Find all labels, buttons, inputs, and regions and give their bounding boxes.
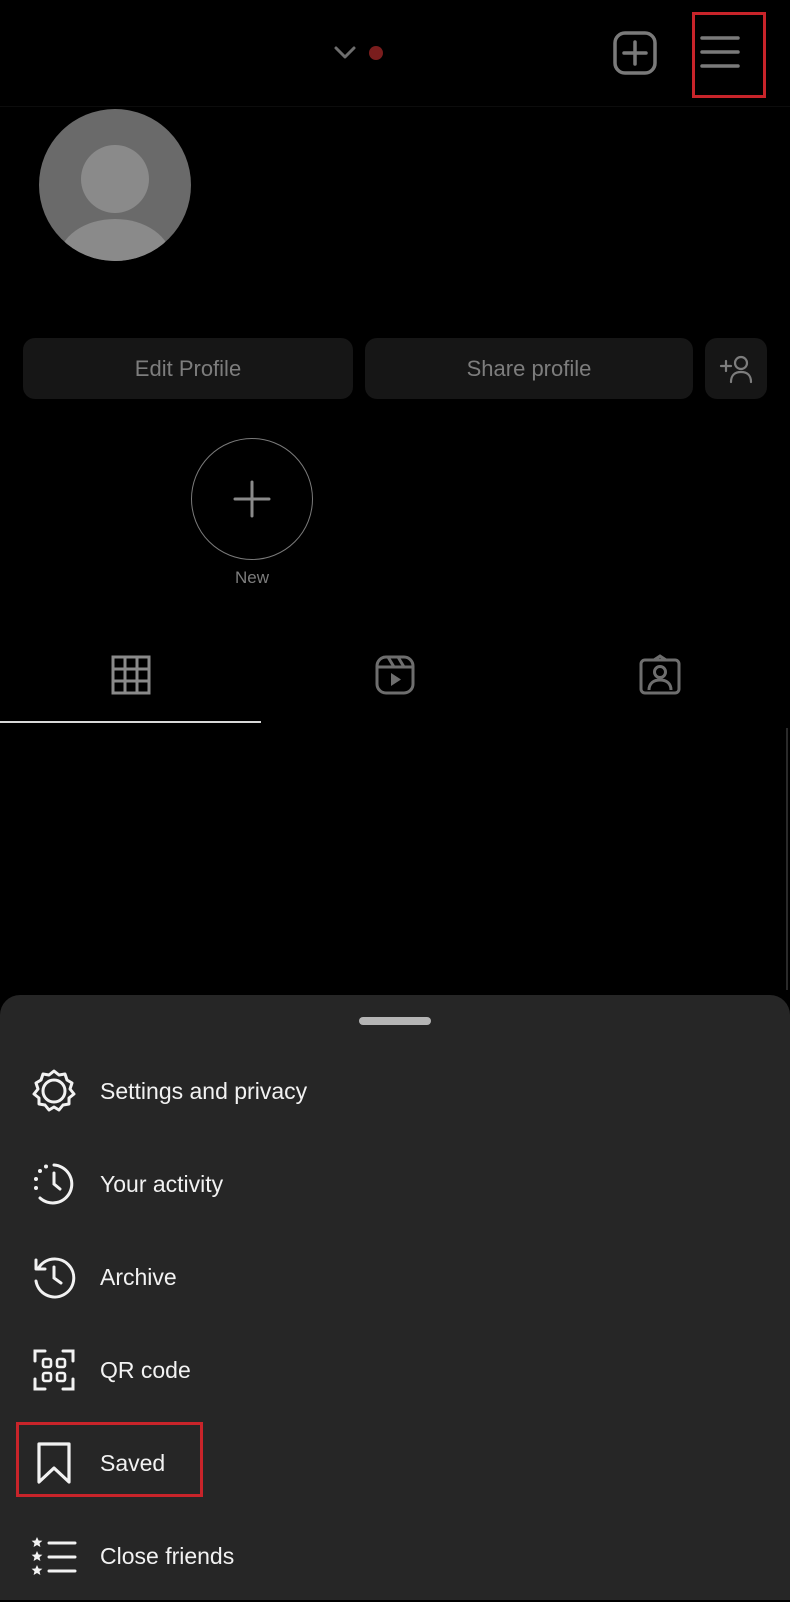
edit-profile-label: Edit Profile: [134, 355, 242, 381]
edit-profile-button[interactable]: Edit Profile: [23, 338, 353, 399]
plus-icon: [233, 480, 271, 518]
top-bar: [0, 0, 790, 107]
highlight-box-saved: [16, 1422, 203, 1497]
menu-item-your-activity[interactable]: Your activity: [0, 1138, 790, 1230]
reels-icon: [375, 655, 415, 695]
activity-clock-icon: [30, 1160, 78, 1208]
menu-item-archive[interactable]: Archive: [0, 1231, 790, 1323]
avatar[interactable]: [39, 109, 191, 261]
tab-selected-indicator: [0, 721, 261, 723]
tagged-person-icon: [639, 654, 681, 695]
new-highlight-button[interactable]: [191, 438, 313, 560]
share-profile-button[interactable]: Share profile: [365, 338, 693, 399]
gear-icon: [30, 1067, 78, 1115]
menu-item-close-friends[interactable]: Close friends: [0, 1510, 790, 1602]
tab-reels[interactable]: [374, 654, 416, 696]
menu-item-settings-and-privacy[interactable]: Settings and privacy: [0, 1045, 790, 1137]
share-profile-label: Share profile: [466, 355, 592, 381]
menu-item-label: Your activity: [100, 1170, 224, 1197]
notification-dot: [369, 46, 383, 60]
menu-item-label: QR code: [100, 1356, 191, 1383]
discover-people-button[interactable]: [705, 338, 767, 399]
menu-item-label: Archive: [100, 1263, 177, 1290]
default-avatar-icon: [59, 145, 171, 261]
sheet-drag-handle[interactable]: [359, 1017, 431, 1025]
grid-icon: [111, 655, 151, 695]
close-friends-list-icon: [30, 1532, 78, 1580]
menu-item-qr-code[interactable]: QR code: [0, 1324, 790, 1416]
divider: [786, 728, 788, 990]
new-highlight-label: New: [234, 568, 269, 587]
chevron-down-icon[interactable]: [333, 43, 357, 63]
plus-square-icon[interactable]: [612, 30, 658, 76]
menu-item-label: Close friends: [100, 1542, 235, 1569]
add-person-icon: [719, 355, 753, 383]
archive-history-icon: [30, 1253, 78, 1301]
menu-item-label: Settings and privacy: [100, 1077, 308, 1104]
tab-tagged[interactable]: [638, 654, 682, 696]
highlight-box-menu: [692, 12, 766, 98]
tab-posts-grid[interactable]: [110, 654, 152, 696]
qr-code-icon: [30, 1346, 78, 1394]
